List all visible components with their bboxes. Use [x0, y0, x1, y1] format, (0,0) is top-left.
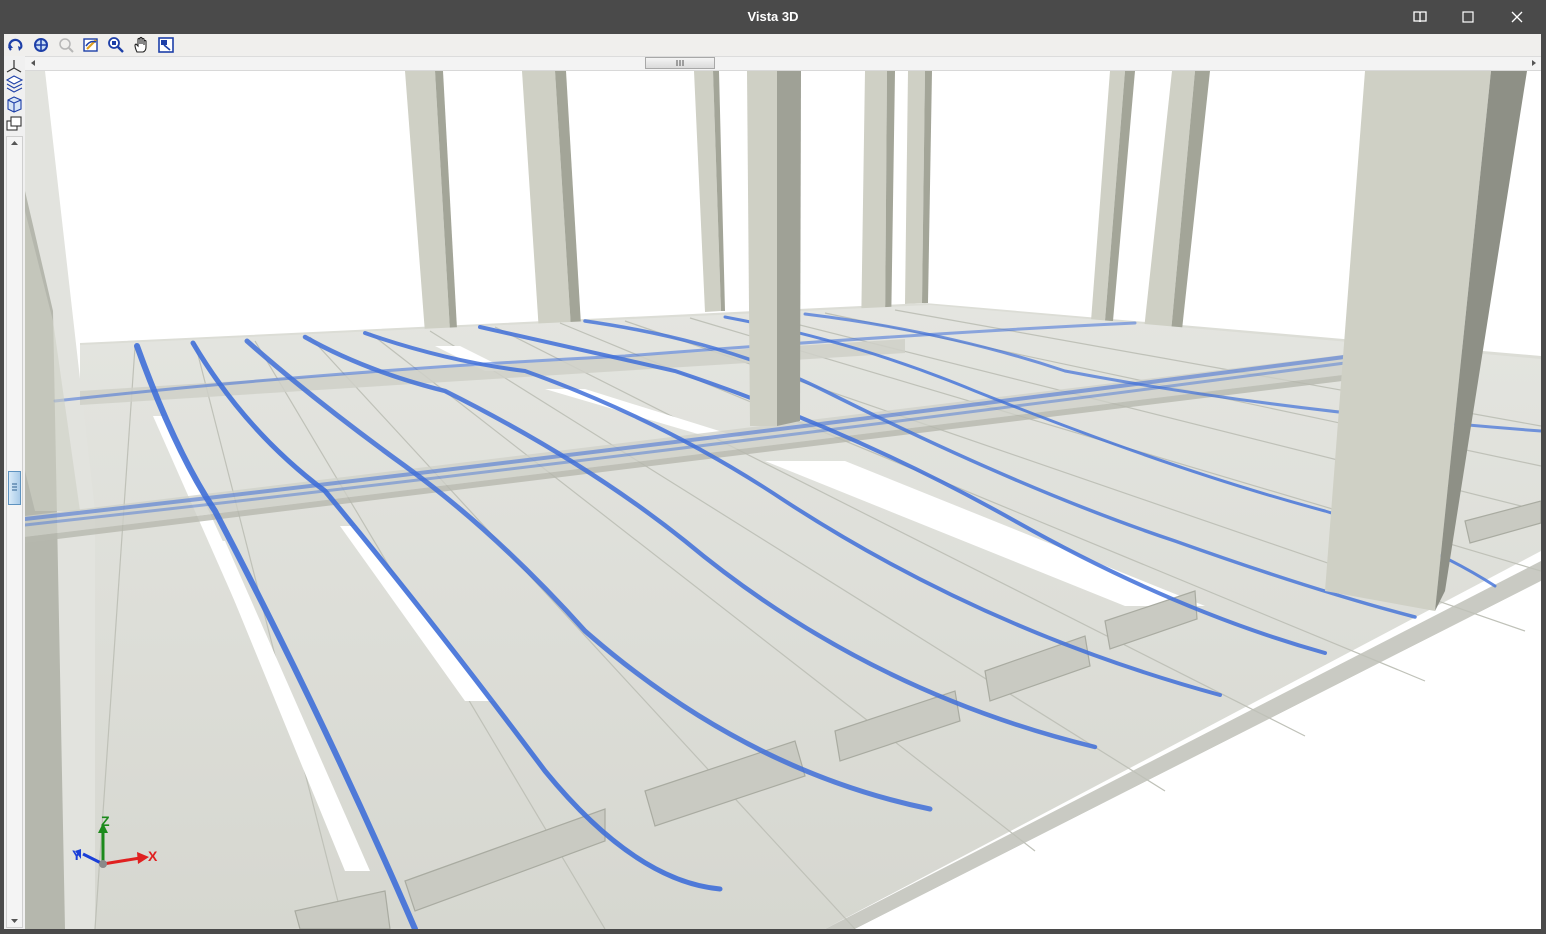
- zoom-window-icon: [108, 37, 124, 53]
- zoom-extents-button[interactable]: [31, 36, 51, 54]
- views-icon[interactable]: [6, 116, 22, 131]
- redraw-icon: [83, 38, 98, 52]
- vertical-scroll-thumb[interactable]: [8, 471, 21, 505]
- book-icon: [1413, 11, 1427, 23]
- structure-3d-scene: [25, 71, 1541, 929]
- redraw-button[interactable]: [81, 36, 101, 54]
- vista-3d-window: Vista 3D Z X Y: [0, 0, 1546, 934]
- toolbar: [0, 34, 1546, 57]
- scroll-down-arrow-icon[interactable]: [7, 915, 22, 927]
- cube-icon[interactable]: [7, 96, 22, 113]
- window-title: Vista 3D: [747, 9, 799, 24]
- vertical-scrollbar[interactable]: [6, 136, 23, 928]
- zoom-window-button[interactable]: [106, 36, 126, 54]
- close-icon: [1511, 11, 1523, 23]
- pan-hand-icon: [134, 36, 147, 53]
- scroll-up-arrow-icon[interactable]: [7, 137, 22, 149]
- 3d-viewport[interactable]: Z X Y: [25, 71, 1541, 929]
- layers-icon[interactable]: [5, 75, 24, 93]
- horizontal-scroll-thumb[interactable]: [645, 57, 715, 69]
- axis-y-label: Y: [72, 847, 82, 863]
- maximize-icon: [1462, 11, 1474, 23]
- view-options-button[interactable]: [156, 36, 176, 54]
- title-bar[interactable]: Vista 3D: [0, 0, 1546, 34]
- grip-icon: [676, 60, 684, 66]
- zoom-previous-button[interactable]: [56, 36, 76, 54]
- rotate-button[interactable]: [6, 36, 26, 54]
- scroll-right-arrow-icon[interactable]: [1529, 57, 1539, 69]
- view-options-icon: [158, 37, 174, 53]
- book-button[interactable]: [1396, 0, 1444, 34]
- window-border-right: [1541, 34, 1546, 934]
- close-button[interactable]: [1493, 0, 1541, 34]
- rotate-icon: [8, 38, 23, 51]
- pan-button[interactable]: [131, 36, 151, 54]
- horizontal-scrollbar[interactable]: [25, 57, 1541, 71]
- window-border-bottom: [0, 929, 1546, 934]
- scroll-left-arrow-icon[interactable]: [28, 57, 38, 69]
- zoom-extents-icon: [34, 38, 48, 52]
- axis-z-label: Z: [101, 813, 110, 829]
- zoom-previous-icon: [59, 38, 74, 53]
- maximize-button[interactable]: [1444, 0, 1492, 34]
- axes-icon[interactable]: [6, 60, 22, 73]
- grip-icon: [12, 483, 17, 491]
- window-border-left: [0, 34, 4, 934]
- axis-x-label: X: [148, 848, 158, 864]
